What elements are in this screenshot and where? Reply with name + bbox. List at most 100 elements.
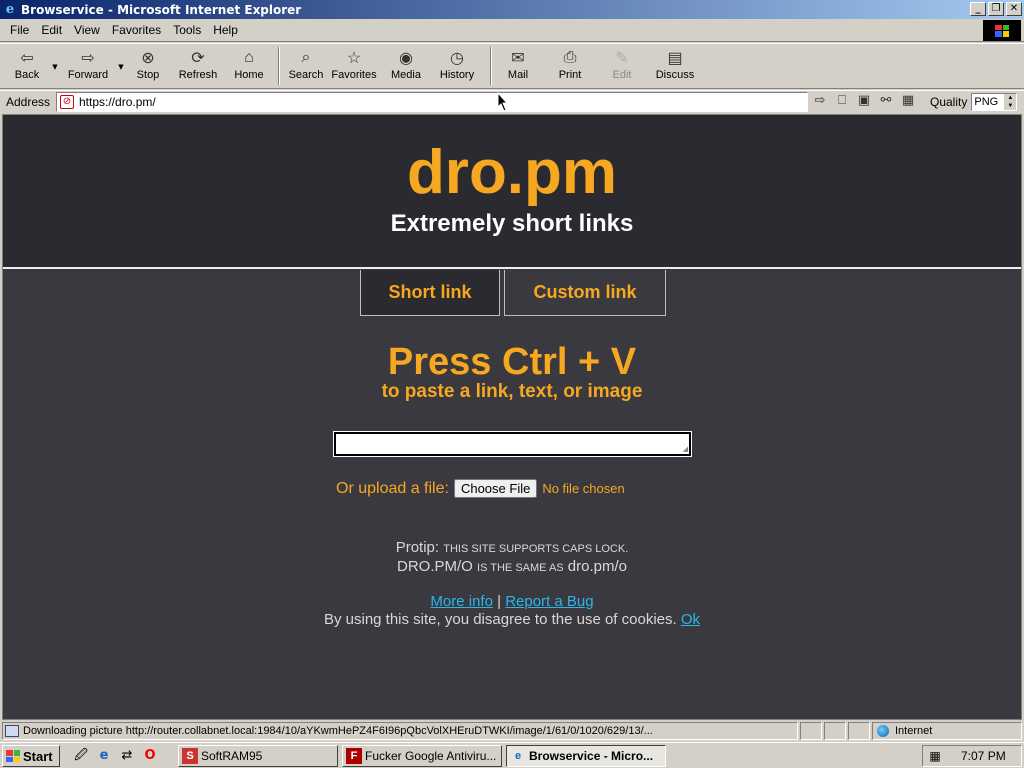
media-button[interactable]: ◉ Media	[382, 44, 430, 88]
favorites-button[interactable]: ☆ Favorites	[326, 44, 382, 88]
toolbar-separator	[490, 47, 492, 85]
edit-button[interactable]: ✎ Edit	[602, 44, 642, 88]
favorites-label: Favorites	[331, 69, 377, 81]
status-page-icon	[5, 725, 19, 737]
start-button[interactable]: Start	[2, 745, 60, 767]
back-arrow-icon: ⇦	[20, 50, 34, 67]
menu-tools[interactable]: Tools	[167, 23, 207, 37]
task-softram95[interactable]: S SoftRAM95	[178, 745, 338, 767]
protip: Protip: this site supports caps lock. DR…	[3, 539, 1021, 577]
history-button[interactable]: ◷ History	[430, 44, 484, 88]
window-controls: _ ❐ ✕	[970, 2, 1022, 16]
print-button[interactable]: ⎙ Print	[538, 44, 602, 88]
mail-label: Mail	[507, 69, 529, 81]
address-tools: ⇨ ⎕ ▣ ⚯ ▦	[812, 93, 916, 109]
back-button[interactable]: ⇦ Back	[4, 44, 50, 88]
menu-file[interactable]: File	[0, 23, 35, 37]
windows-logo-icon	[6, 750, 20, 762]
menu-help[interactable]: Help	[207, 23, 244, 37]
forward-button[interactable]: ⇨ Forward	[60, 44, 116, 88]
desktop-icon[interactable]: 🖉	[72, 747, 90, 765]
bookmark-icon[interactable]: ⎕	[834, 93, 850, 109]
forward-dropdown-icon[interactable]: ▼	[116, 44, 126, 88]
stop-button[interactable]: ⊗ Stop	[126, 44, 170, 88]
cookies-notice: By using this site, you disagree to the …	[323, 611, 677, 628]
ie-logo-icon: e	[5, 2, 15, 17]
quality-label: Quality	[930, 95, 968, 109]
clipboard-icon[interactable]: ▦	[900, 93, 916, 109]
find-binoculars-icon[interactable]: ⚯	[878, 93, 894, 109]
forward-arrow-icon: ⇨	[81, 50, 95, 67]
address-bar: Address ⊘ https://dro.pm/ ⇨ ⎕ ▣ ⚯ ▦ Qual…	[0, 90, 1024, 112]
title-bar: e Browservice - Microsoft Internet Explo…	[0, 0, 1024, 19]
paste-textarea[interactable]: ◢	[333, 431, 692, 457]
image-icon[interactable]: ▣	[856, 93, 872, 109]
home-button[interactable]: ⌂ Home	[226, 44, 272, 88]
search-button[interactable]: ⌕ Search	[286, 44, 326, 88]
footer-links: More info | Report a Bug By using this s…	[3, 593, 1021, 629]
site-logo[interactable]: dro.pm	[3, 137, 1021, 208]
search-label: Search	[288, 69, 324, 81]
tab-short-link[interactable]: Short link	[360, 270, 500, 316]
internet-globe-icon	[877, 725, 889, 737]
menu-favorites[interactable]: Favorites	[106, 23, 167, 37]
windows-throbber-icon	[983, 20, 1021, 41]
task-label: SoftRAM95	[201, 749, 263, 763]
mail-button[interactable]: ✉ Mail	[498, 44, 538, 88]
antivirus-icon: F	[346, 748, 362, 764]
address-input[interactable]: ⊘ https://dro.pm/	[56, 92, 808, 112]
mouse-cursor-icon	[497, 92, 509, 112]
resize-grip-icon[interactable]: ◢	[683, 445, 688, 453]
network-icon[interactable]: ⇄	[118, 747, 136, 765]
page-content: dro.pm Extremely short links Short link …	[2, 114, 1022, 720]
site-header: dro.pm Extremely short links	[3, 115, 1021, 269]
task-antivirus[interactable]: F Fucker Google Antiviru...	[342, 745, 502, 767]
refresh-button[interactable]: ⟳ Refresh	[170, 44, 226, 88]
home-icon: ⌂	[244, 49, 254, 66]
back-dropdown-icon[interactable]: ▼	[50, 44, 60, 88]
site-tagline: Extremely short links	[390, 210, 634, 237]
security-zone: Internet	[872, 722, 1022, 740]
system-tray: ▦ 7:07 PM	[922, 745, 1022, 767]
clock[interactable]: 7:07 PM	[961, 749, 1006, 763]
media-label: Media	[391, 69, 421, 81]
cookies-ok-link[interactable]: Ok	[681, 611, 700, 628]
taskbar: Start 🖉 e ⇄ O S SoftRAM95 F Fucker Googl…	[0, 742, 1024, 768]
toolbar-separator	[278, 47, 280, 85]
mail-icon: ✉	[511, 50, 525, 67]
tray-app-icon[interactable]: ▦	[927, 748, 943, 764]
task-browservice[interactable]: e Browservice - Micro...	[506, 745, 666, 767]
opera-icon[interactable]: O	[141, 747, 159, 765]
refresh-icon: ⟳	[191, 50, 205, 67]
paste-subheading: to paste a link, text, or image	[381, 381, 643, 402]
window-title: Browservice - Microsoft Internet Explore…	[21, 2, 302, 17]
report-bug-link[interactable]: Report a Bug	[505, 593, 593, 610]
discuss-button[interactable]: ▤ Discuss	[642, 44, 708, 88]
status-text: Downloading picture http://router.collab…	[23, 725, 653, 737]
status-pane	[848, 722, 870, 740]
close-button[interactable]: ✕	[1006, 2, 1022, 16]
ie-icon[interactable]: e	[95, 747, 113, 765]
task-label: Browservice - Micro...	[529, 749, 654, 763]
choose-file-button[interactable]: Choose File	[453, 479, 538, 498]
address-url[interactable]: https://dro.pm/	[79, 95, 156, 109]
go-arrow-icon[interactable]: ⇨	[812, 93, 828, 109]
status-pane	[824, 722, 846, 740]
task-label: Fucker Google Antiviru...	[365, 749, 497, 763]
discuss-icon: ▤	[667, 50, 683, 67]
restore-button[interactable]: ❐	[988, 2, 1004, 16]
upload-row: Or upload a file: Choose File No file ch…	[336, 479, 625, 498]
tab-custom-link[interactable]: Custom link	[504, 270, 666, 316]
softram-icon: S	[182, 748, 198, 764]
minimize-button[interactable]: _	[970, 2, 986, 16]
spinner-arrows-icon[interactable]: ▲ ▼	[1004, 94, 1017, 110]
forward-label: Forward	[67, 69, 109, 81]
menu-edit[interactable]: Edit	[35, 23, 68, 37]
edit-label: Edit	[612, 69, 632, 81]
status-message-pane: Downloading picture http://router.collab…	[2, 722, 798, 740]
more-info-link[interactable]: More info	[430, 593, 493, 610]
toolbar: ⇦ Back ▼ ⇨ Forward ▼ ⊗ Stop ⟳ Refresh ⌂ …	[0, 43, 1024, 89]
quality-select[interactable]: PNG ▲ ▼	[971, 93, 1018, 111]
zone-label: Internet	[895, 725, 933, 737]
menu-view[interactable]: View	[68, 23, 106, 37]
